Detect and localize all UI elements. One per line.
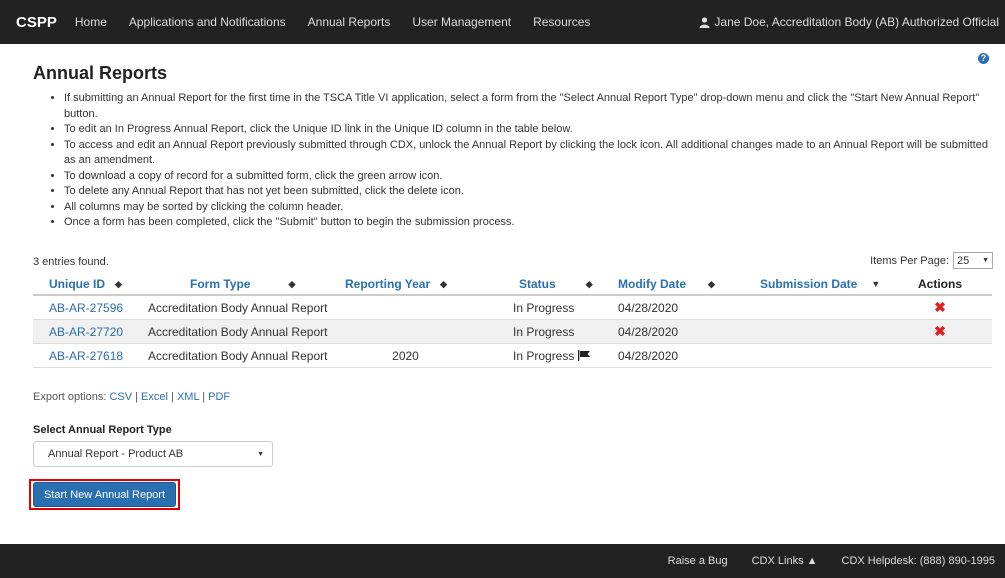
- status-cell: In Progress: [513, 300, 575, 315]
- cdx-helpdesk-text: CDX Helpdesk: (888) 890-1995: [841, 555, 995, 567]
- modify-date-cell: 04/28/2020: [618, 300, 679, 315]
- report-type-label: Select Annual Report Type: [33, 424, 172, 436]
- column-header-form-type[interactable]: Form Type ◆: [138, 277, 333, 291]
- modify-date-cell: 04/28/2020: [618, 324, 679, 339]
- instruction-item: To access and edit an Annual Report prev…: [64, 138, 995, 169]
- chevron-down-icon: ▼: [982, 257, 989, 264]
- entries-count: 3 entries found.: [33, 256, 109, 268]
- column-header-unique-id[interactable]: Unique ID ◆: [33, 277, 138, 291]
- delete-icon[interactable]: ✖: [934, 323, 946, 340]
- export-separator: |: [202, 391, 206, 403]
- sort-icon: ◆: [288, 278, 296, 289]
- items-per-page-select[interactable]: 25 ▼: [953, 252, 993, 269]
- export-xml-link[interactable]: XML: [177, 391, 199, 403]
- items-per-page-label: Items Per Page:: [870, 254, 949, 267]
- column-header-modify-date[interactable]: Modify Date ◆: [608, 277, 738, 291]
- export-pdf-link[interactable]: PDF: [208, 391, 230, 403]
- page-title: Annual Reports: [33, 63, 168, 83]
- user-icon: [699, 16, 710, 28]
- status-cell: In Progress: [513, 324, 575, 339]
- items-per-page-value: 25: [957, 254, 970, 267]
- sort-desc-icon: ▼: [871, 279, 881, 289]
- export-separator: |: [135, 391, 138, 403]
- delete-icon[interactable]: ✖: [934, 299, 946, 316]
- footer: Raise a Bug CDX Links ▲ CDX Helpdesk: (8…: [0, 544, 1005, 578]
- sort-icon: ◆: [440, 278, 448, 289]
- export-label: Export options:: [33, 391, 107, 403]
- instruction-item: If submitting an Annual Report for the f…: [64, 91, 995, 122]
- top-navbar: CSPP Home Applications and Notifications…: [0, 0, 1005, 44]
- modify-date-cell: 04/28/2020: [618, 348, 679, 363]
- form-type-cell: Accreditation Body Annual Report: [148, 348, 328, 363]
- form-type-cell: Accreditation Body Annual Report: [148, 324, 328, 339]
- user-name: Jane Doe, Accreditation Body (AB) Author…: [714, 15, 999, 29]
- export-excel-link[interactable]: Excel: [141, 391, 168, 403]
- report-type-value: Annual Report - Product AB: [48, 448, 184, 460]
- items-per-page: Items Per Page: 25 ▼: [870, 252, 993, 269]
- sort-icon: ◆: [708, 278, 715, 289]
- form-type-cell: Accreditation Body Annual Report: [148, 300, 328, 315]
- nav-user-management[interactable]: User Management: [412, 15, 511, 29]
- status-cell: In Progress: [483, 349, 608, 363]
- nav-home[interactable]: Home: [75, 15, 107, 29]
- table-row: AB-AR-27720 Accreditation Body Annual Re…: [33, 320, 992, 344]
- instruction-item: Once a form has been completed, click th…: [64, 215, 995, 231]
- cdx-links-menu[interactable]: CDX Links ▲: [752, 555, 818, 567]
- nav-annual-reports[interactable]: Annual Reports: [308, 15, 391, 29]
- brand-logo[interactable]: CSPP: [16, 14, 57, 31]
- nav-resources[interactable]: Resources: [533, 15, 590, 29]
- column-header-actions: Actions: [917, 277, 962, 291]
- annual-reports-table: Unique ID ◆ Form Type ◆ Reporting Year ◆ St…: [33, 274, 992, 368]
- help-icon[interactable]: ?: [978, 53, 989, 64]
- user-menu[interactable]: Jane Doe, Accreditation Body (AB) Author…: [699, 0, 999, 44]
- export-separator: |: [171, 391, 174, 403]
- table-row: AB-AR-27596 Accreditation Body Annual Re…: [33, 296, 992, 320]
- unique-id-link[interactable]: AB-AR-27618: [49, 349, 123, 363]
- sort-icon: ◆: [585, 278, 593, 289]
- column-header-submission-date[interactable]: Submission Date ▼: [738, 277, 888, 291]
- sort-icon: ◆: [115, 278, 122, 289]
- export-options: Export options: CSV | Excel | XML | PDF: [33, 391, 230, 403]
- flag-icon[interactable]: [578, 350, 591, 361]
- table-header: Unique ID ◆ Form Type ◆ Reporting Year ◆ St…: [33, 274, 992, 296]
- unique-id-link[interactable]: AB-AR-27720: [49, 325, 123, 339]
- instruction-item: To edit an In Progress Annual Report, cl…: [64, 122, 995, 138]
- column-header-reporting-year[interactable]: Reporting Year ◆: [333, 277, 483, 291]
- unique-id-link[interactable]: AB-AR-27596: [49, 301, 123, 315]
- chevron-down-icon: ▼: [257, 450, 264, 458]
- instructions-list: If submitting an Annual Report for the f…: [50, 91, 995, 231]
- reporting-year-cell: 2020: [392, 348, 419, 363]
- start-new-annual-report-button[interactable]: Start New Annual Report: [33, 482, 176, 507]
- instruction-item: All columns may be sorted by clicking th…: [64, 200, 995, 216]
- column-header-status[interactable]: Status ◆: [483, 277, 608, 291]
- report-type-select[interactable]: Annual Report - Product AB ▼: [33, 441, 273, 467]
- raise-bug-link[interactable]: Raise a Bug: [668, 555, 728, 567]
- table-row: AB-AR-27618 Accreditation Body Annual Re…: [33, 344, 992, 368]
- instruction-item: To download a copy of record for a submi…: [64, 169, 995, 185]
- export-csv-link[interactable]: CSV: [109, 391, 132, 403]
- nav-applications-notifications[interactable]: Applications and Notifications: [129, 15, 286, 29]
- status-text: In Progress: [513, 348, 575, 363]
- instruction-item: To delete any Annual Report that has not…: [64, 184, 995, 200]
